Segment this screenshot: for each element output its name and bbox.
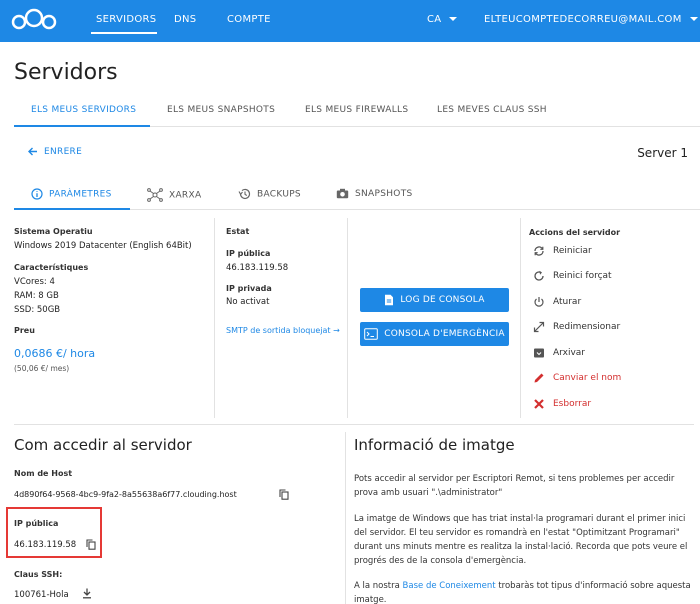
action-label: Reiniciar (553, 246, 592, 256)
ssh-label: Claus SSH: (14, 570, 63, 579)
action-label: Redimensionar (553, 322, 621, 332)
vcores-value: VCores: 4 (14, 277, 55, 287)
os-value: Windows 2019 Datacenter (English 64Bit) (14, 241, 192, 251)
subtab-label: PARÀMETRES (49, 189, 112, 200)
action-force-restart[interactable]: Reinici forçat (532, 270, 612, 282)
action-delete[interactable]: Esborrar (532, 398, 591, 410)
smtp-blocked-link[interactable]: SMTP de sortida bloquejat → (226, 326, 340, 335)
column-divider (345, 432, 346, 604)
info-icon (31, 188, 43, 200)
language-selector[interactable]: CA (427, 14, 458, 25)
action-resize[interactable]: Redimensionar (532, 321, 620, 333)
nav-compte[interactable]: COMPTE (227, 14, 271, 25)
subtab-backups[interactable]: BACKUPS (238, 188, 301, 200)
emergency-console-button[interactable]: CONSOLA D'EMERGÈNCIA (360, 322, 509, 346)
delete-icon (532, 398, 546, 410)
private-ip-label: IP privada (226, 284, 272, 293)
column-divider (347, 218, 348, 418)
arrow-left-icon (28, 147, 37, 156)
features-label: Característiques (14, 263, 89, 272)
paragraph-text: A la nostra (354, 581, 403, 591)
nav-active-indicator (91, 32, 157, 34)
column-divider (520, 218, 521, 418)
section-divider (14, 424, 694, 425)
tab-my-snapshots[interactable]: ELS MEUS SNAPSHOTS (167, 105, 275, 115)
state-label: Estat (226, 227, 250, 236)
subtab-label: BACKUPS (257, 189, 301, 200)
back-label: ENRERE (44, 147, 83, 157)
camera-icon (336, 188, 349, 199)
archive-icon (532, 347, 546, 359)
subtab-active-indicator (14, 208, 130, 210)
action-label: Reinici forçat (553, 271, 612, 281)
image-info-paragraph: La imatge de Windows que has triat insta… (354, 514, 688, 566)
tab-active-indicator (14, 125, 150, 127)
host-value: 4d890f64-9568-4bc9-9fa2-8a55638a6f77.clo… (14, 490, 237, 499)
image-info-paragraph: A la nostra Base de Coneixement trobaràs… (354, 579, 694, 604)
download-icon[interactable] (82, 588, 92, 599)
ssd-value: SSD: 50GB (14, 305, 61, 315)
power-icon (532, 296, 546, 308)
page-title: Servidors (14, 60, 118, 85)
highlight-box (6, 507, 102, 558)
price-month: (50,06 €/ mes) (14, 364, 70, 373)
action-label: Esborrar (553, 399, 592, 409)
action-rename[interactable]: Canviar el nom (532, 372, 621, 384)
host-label: Nom de Host (14, 469, 73, 478)
image-info-title: Informació de imatge (354, 436, 515, 454)
console-log-label: LOG DE CONSOLA (400, 295, 485, 305)
nav-servidors[interactable]: SERVIDORS (96, 14, 156, 25)
price-label: Preu (14, 326, 35, 335)
subtab-snapshots[interactable]: SNAPSHOTS (336, 188, 413, 199)
ssh-value: 100761-Hola (14, 590, 69, 600)
document-icon (385, 294, 394, 306)
account-email: ELTEUCOMPTEDECORREU@MAIL.COM (484, 14, 682, 25)
network-icon (147, 188, 163, 202)
action-restart[interactable]: Reiniciar (532, 245, 592, 257)
chevron-down-icon (449, 17, 458, 21)
back-button[interactable]: ENRERE (28, 147, 82, 157)
os-label: Sistema Operatiu (14, 227, 93, 236)
column-divider (214, 218, 215, 418)
action-label: Arxivar (553, 348, 585, 358)
access-title: Com accedir al servidor (14, 436, 192, 454)
force-restart-icon (532, 270, 546, 282)
private-ip-value: No activat (226, 297, 270, 307)
public-ip-label: IP pública (226, 249, 271, 258)
action-shutdown[interactable]: Aturar (532, 296, 581, 308)
server-actions-title: Accions del servidor (529, 228, 621, 237)
knowledge-base-link[interactable]: Base de Coneixement (403, 581, 496, 591)
image-info-paragraph: Pots accedir al servidor per Escriptori … (354, 474, 675, 498)
action-label: Aturar (553, 297, 582, 307)
terminal-icon (364, 328, 379, 340)
action-label: Canviar el nom (553, 373, 622, 383)
subtab-label: SNAPSHOTS (355, 189, 413, 199)
subtab-network[interactable]: XARXA (147, 188, 201, 202)
tab-my-servers[interactable]: ELS MEUS SERVIDORS (31, 105, 136, 115)
tab-my-ssh-keys[interactable]: LES MEVES CLAUS SSH (437, 105, 547, 115)
account-menu[interactable]: ELTEUCOMPTEDECORREU@MAIL.COM (484, 14, 698, 25)
restart-icon (532, 245, 546, 257)
pencil-icon (532, 372, 546, 384)
server-name: Server 1 (637, 146, 688, 160)
tab-my-firewalls[interactable]: ELS MEUS FIREWALLS (305, 105, 408, 115)
subtab-parameters[interactable]: PARÀMETRES (31, 188, 112, 200)
resize-icon (532, 321, 546, 333)
copy-icon[interactable] (279, 489, 289, 500)
subtab-label: XARXA (169, 190, 202, 201)
chevron-down-icon (689, 17, 698, 21)
logo-icon[interactable] (10, 8, 58, 32)
emergency-console-label: CONSOLA D'EMERGÈNCIA (384, 329, 505, 339)
public-ip-value: 46.183.119.58 (226, 263, 289, 273)
history-icon (238, 188, 251, 200)
top-bar: SERVIDORS DNS COMPTE CA ELTEUCOMPTEDECOR… (0, 0, 700, 42)
ram-value: RAM: 8 GB (14, 291, 59, 301)
language-label: CA (427, 14, 442, 25)
price-value: 0,0686 €/ hora (14, 347, 96, 360)
nav-dns[interactable]: DNS (174, 14, 196, 25)
action-archive[interactable]: Arxivar (532, 347, 585, 359)
console-log-button[interactable]: LOG DE CONSOLA (360, 288, 509, 312)
